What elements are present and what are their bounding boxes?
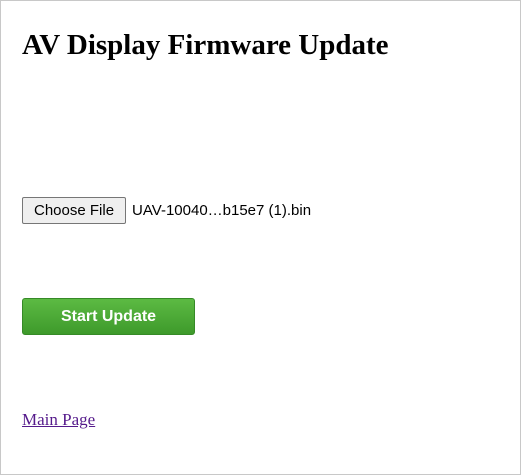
start-update-button[interactable]: Start Update	[22, 298, 195, 335]
selected-file-name: UAV-10040…b15e7 (1).bin	[132, 201, 312, 219]
choose-file-button[interactable]: Choose File	[22, 196, 127, 224]
file-upload-control: Choose File UAV-10040…b15e7 (1).bin	[22, 196, 311, 224]
main-page-link[interactable]: Main Page	[22, 410, 95, 430]
page-title: AV Display Firmware Update	[22, 29, 389, 61]
